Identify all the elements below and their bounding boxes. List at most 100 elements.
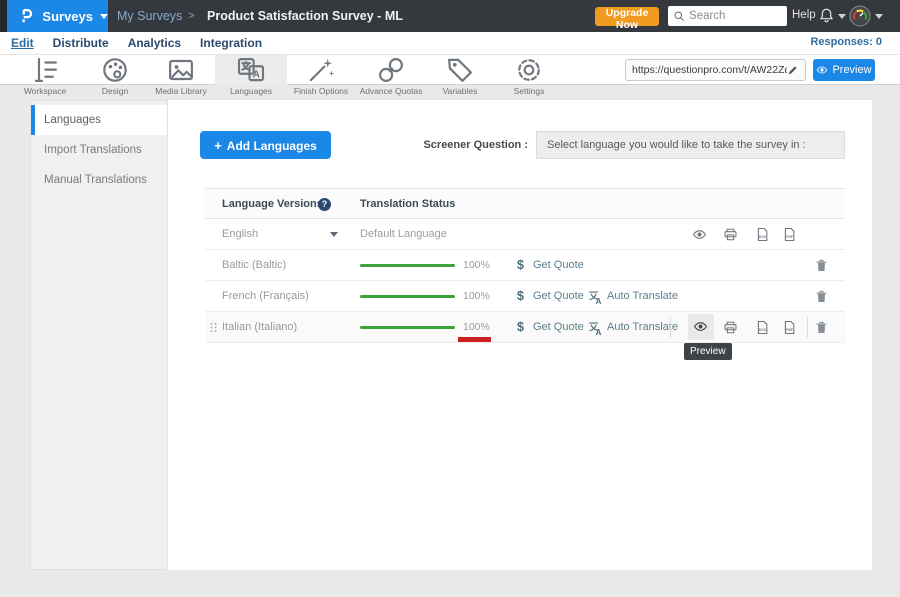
auto-translate-link[interactable]: Auto Translate [607, 281, 678, 312]
translation-status-text: Default Language [360, 219, 447, 250]
table-row: French (Français) 100% $ Get Quote A Auto Tra… [205, 281, 845, 312]
pdf-action-icon[interactable]: PDF [782, 320, 797, 335]
variables-icon [424, 55, 496, 85]
questionpro-logo-icon [17, 6, 35, 26]
preview-eye-button[interactable] [688, 314, 714, 340]
column-translation-status: Translation Status [360, 189, 455, 220]
doc-action-icon[interactable]: DOC [755, 227, 770, 242]
toolbar-item-label: Finish Options [285, 86, 357, 96]
toolbar-item-label: Advance Quotas [355, 86, 427, 96]
toolbar-item-label: Media Library [145, 86, 217, 96]
eye-icon [693, 319, 708, 334]
toolbar-item-variables[interactable]: Variables [424, 55, 496, 85]
translation-progress-bar [360, 295, 455, 298]
language-name: Italian (Italiano) [222, 312, 297, 343]
window-edge [0, 0, 7, 32]
notifications-bell-icon[interactable] [818, 7, 835, 24]
action-divider [807, 317, 808, 338]
finish-options-icon [285, 55, 357, 85]
breadcrumb-my-surveys[interactable]: My Surveys [117, 9, 182, 23]
toolbar-item-languages[interactable]: ALanguages [215, 55, 287, 85]
toolbar-item-label: Design [79, 86, 151, 96]
media-library-icon [145, 55, 217, 85]
main-panel: + Add Languages Screener Question : Selec… [168, 100, 872, 570]
upgrade-now-button[interactable]: Upgrade Now [595, 7, 659, 26]
design-icon [79, 55, 151, 85]
settings-icon [493, 55, 565, 85]
toolbar-item-label: Workspace [9, 86, 81, 96]
screener-question-select[interactable]: Select language you would like to take t… [536, 131, 845, 159]
get-quote-link[interactable]: Get Quote [533, 281, 584, 312]
screener-question-label: Screener Question : [408, 139, 528, 151]
nav-tab-distribute[interactable]: Distribute [53, 36, 109, 50]
translation-progress-percent: 100% [463, 281, 490, 312]
help-link[interactable]: Help [792, 9, 816, 21]
survey-url-field[interactable]: https://questionpro.com/t/AW22Zd1S1 [625, 59, 806, 81]
drag-handle-icon[interactable] [209, 321, 218, 334]
sidebar-item-languages[interactable]: Languages [31, 105, 167, 135]
nav-tab-analytics[interactable]: Analytics [128, 36, 181, 50]
pdf-action-icon[interactable]: PDF [782, 227, 797, 242]
dollar-icon[interactable]: $ [517, 281, 524, 312]
chevron-down-icon [838, 14, 846, 19]
toolbar-item-label: Settings [493, 86, 565, 96]
language-name: French (Français) [222, 281, 309, 312]
action-divider [670, 317, 671, 338]
print-action-icon[interactable] [723, 227, 738, 242]
svg-text:PDF: PDF [786, 328, 793, 332]
svg-text:DOC: DOC [759, 235, 767, 239]
chevron-down-icon [330, 232, 338, 237]
advance-quotas-icon [355, 55, 427, 85]
page-title: Product Satisfaction Survey - ML [207, 9, 403, 23]
app-menu-surveys[interactable]: Surveys [7, 0, 108, 32]
translation-progress-percent: 100% [463, 250, 490, 281]
toolbar-item-design[interactable]: Design [79, 55, 151, 85]
trash-action-icon[interactable] [814, 289, 829, 304]
responses-count-link[interactable]: Responses: 0 [810, 36, 882, 48]
add-languages-label: Add Languages [227, 139, 317, 153]
svg-text:A: A [253, 69, 261, 80]
doc-action-icon[interactable]: DOC [755, 320, 770, 335]
language-name[interactable]: English [222, 219, 258, 250]
nav-tab-integration[interactable]: Integration [200, 36, 262, 50]
toolbar-item-settings[interactable]: Settings [493, 55, 565, 85]
sidebar-item-import-translations[interactable]: Import Translations [31, 135, 167, 165]
dollar-icon[interactable]: $ [517, 250, 524, 281]
trash-action-icon[interactable] [814, 320, 829, 335]
get-quote-link[interactable]: Get Quote [533, 312, 584, 343]
trash-action-icon[interactable] [814, 258, 829, 273]
global-search-box[interactable] [668, 6, 787, 26]
dollar-icon[interactable]: $ [517, 312, 524, 343]
language-table-body: EnglishDefault LanguageDOCPDFBaltic (Bal… [205, 219, 845, 343]
translation-progress-bar [360, 326, 455, 329]
nav-tab-edit[interactable]: Edit [11, 36, 34, 50]
auto-translate-link[interactable]: Auto Translate [607, 312, 678, 343]
table-row: Italian (Italiano)100%$Get QuoteAAuto Tr… [205, 312, 845, 343]
toolbar-item-finish-options[interactable]: Finish Options [285, 55, 357, 85]
toolbar-item-workspace[interactable]: Workspace [9, 55, 81, 85]
auto-translate-icon[interactable]: A [588, 290, 602, 304]
edit-url-pencil-icon[interactable] [787, 64, 799, 76]
toolbar-item-advance-quotas[interactable]: Advance Quotas [355, 55, 427, 85]
app-menu-label: Surveys [42, 9, 93, 24]
add-languages-button[interactable]: + Add Languages [200, 131, 331, 159]
column-language-versions: Language Versions [222, 189, 323, 220]
eye-action-icon[interactable] [692, 227, 707, 242]
print-action-icon[interactable] [723, 320, 738, 335]
languages-sidebar: LanguagesImport TranslationsManual Trans… [30, 100, 168, 570]
sidebar-item-manual-translations[interactable]: Manual Translations [31, 165, 167, 195]
avatar[interactable] [849, 5, 871, 27]
table-row: English Default Language DOC PDF [205, 219, 845, 250]
chevron-down-icon [875, 14, 883, 19]
survey-toolbar: WorkspaceDesignMedia LibraryALanguagesFi… [0, 55, 900, 85]
get-quote-link[interactable]: Get Quote [533, 250, 584, 281]
help-icon[interactable]: ? [318, 198, 331, 211]
toolbar-item-media-library[interactable]: Media Library [145, 55, 217, 85]
survey-nav: Edit Distribute Analytics Integration Respo… [0, 32, 900, 55]
auto-translate-icon[interactable]: A [588, 321, 602, 335]
topbar: Surveys My Surveys > Product Satisfactio… [0, 0, 900, 32]
translation-progress-bar [360, 264, 455, 267]
search-input[interactable] [689, 10, 779, 22]
preview-button[interactable]: Preview [813, 59, 875, 81]
plus-icon: + [214, 138, 222, 153]
